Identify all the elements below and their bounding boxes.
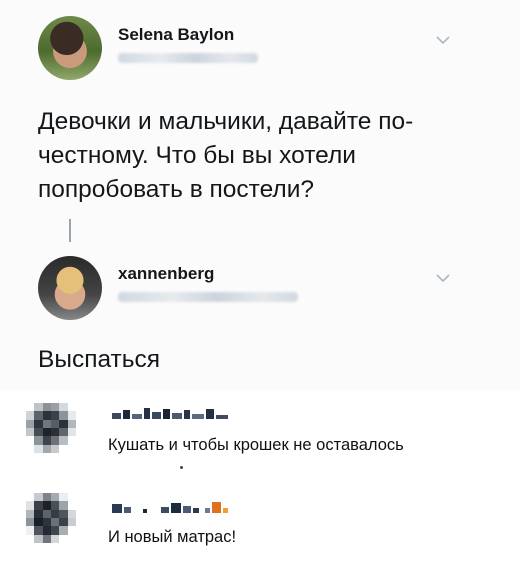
tweet-text: Девочки и мальчики, давайте по-честному.… xyxy=(38,108,414,203)
avatar[interactable] xyxy=(38,16,102,80)
thread-connector xyxy=(69,219,71,242)
comment-text: И новый матрас! xyxy=(108,528,237,546)
comment-text: Кушать и чтобы крошек не оставалось xyxy=(108,436,404,454)
original-tweet: Selena Baylon Девочки и мальчики, давайт… xyxy=(0,0,520,250)
comment: И новый матрас! xyxy=(0,480,520,575)
avatar-pixelated[interactable] xyxy=(26,403,76,453)
author-name[interactable]: xannenberg xyxy=(118,264,214,284)
divider-dot xyxy=(180,466,183,469)
commenter-name-pixelated[interactable] xyxy=(112,408,228,419)
author-handle-blurred xyxy=(118,292,298,302)
commenter-name-pixelated[interactable] xyxy=(112,502,228,513)
comment: Кушать и чтобы крошек не оставалось xyxy=(0,392,520,487)
author-handle-blurred xyxy=(118,53,258,63)
avatar[interactable] xyxy=(38,256,102,320)
avatar-pixelated[interactable] xyxy=(26,493,76,543)
chevron-down-icon[interactable] xyxy=(434,34,452,46)
author-name[interactable]: Selena Baylon xyxy=(118,25,234,45)
chevron-down-icon[interactable] xyxy=(434,272,452,284)
reply-tweet: xannenberg Выспаться xyxy=(0,250,520,390)
reply-text: Выспаться xyxy=(38,346,161,373)
